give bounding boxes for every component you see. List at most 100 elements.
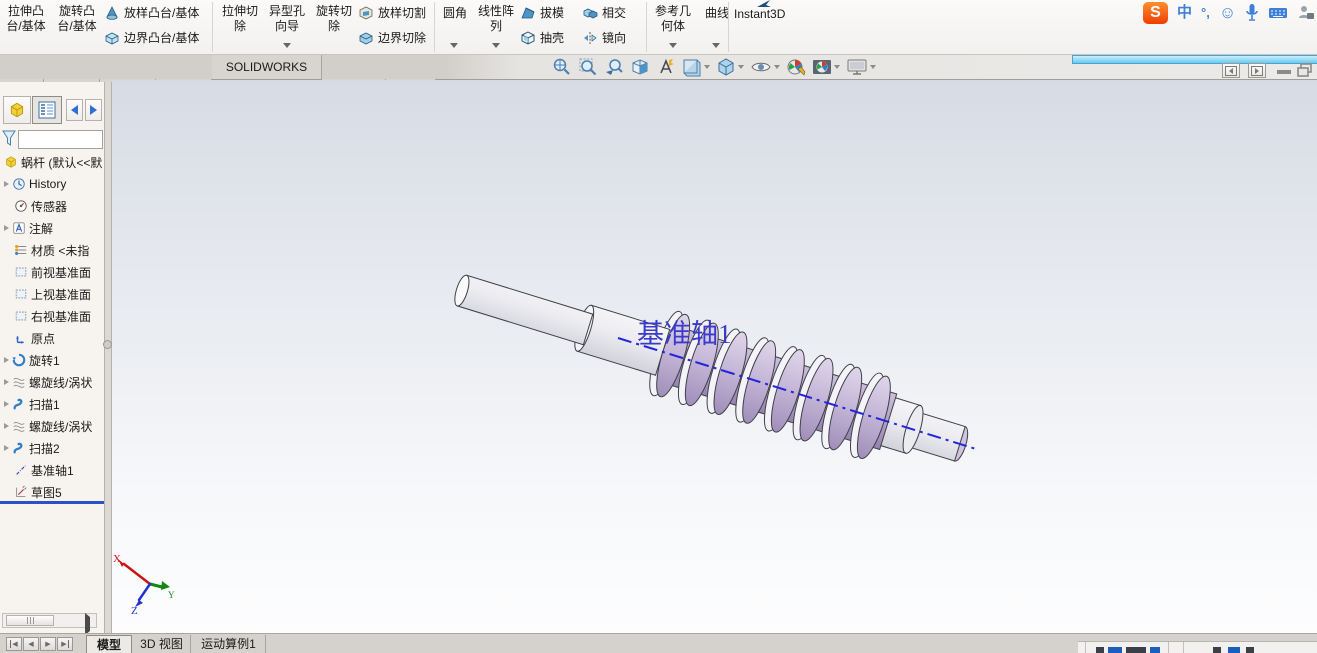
rollback-bar[interactable]	[0, 501, 104, 504]
scrollbar-right-arrow[interactable]	[85, 613, 90, 635]
revolve-boss-button[interactable]: 旋转凸台/基体	[53, 4, 101, 34]
expander-icon[interactable]	[4, 357, 9, 363]
fillet-dropdown-arrow[interactable]	[450, 43, 458, 48]
tree-root-label: 蜗杆 (默认<<默	[21, 155, 103, 170]
solidworks-window: 拉伸凸台/基体 旋转凸台/基体 放样凸台/基体 边界凸台/基体 拉伸切除 异型孔…	[0, 0, 1317, 653]
boundary-boss-button[interactable]: 边界凸台/基体	[104, 29, 199, 46]
intersect-button[interactable]: 相交	[582, 4, 626, 21]
tree-item-sweep2[interactable]: 扫描2	[4, 438, 60, 458]
ime-toolbox-icon[interactable]	[1297, 4, 1315, 22]
expander-icon[interactable]	[4, 423, 9, 429]
dynamic-annotation-views-icon[interactable]	[656, 57, 676, 77]
tab-nav-last-button[interactable]: ▶	[57, 637, 73, 651]
tree-item-right-plane[interactable]: 右视基准面	[14, 306, 91, 326]
panel-scroll-right-button[interactable]	[85, 99, 102, 121]
tree-item-origin[interactable]: 原点	[14, 328, 55, 348]
tree-item-revolve1[interactable]: 旋转1	[4, 350, 60, 370]
boundary-cut-label: 边界切除	[378, 31, 427, 45]
view-orientation-dropdown[interactable]	[682, 57, 710, 77]
panel-splitter[interactable]	[103, 82, 112, 633]
draft-label: 拔模	[540, 6, 565, 20]
tree-item-sweep1[interactable]: 扫描1	[4, 394, 60, 414]
apply-scene-dropdown[interactable]	[812, 57, 840, 77]
loft-boss-button[interactable]: 放样凸台/基体	[104, 4, 199, 21]
fillet-button[interactable]: 圆角	[438, 6, 472, 21]
tree-item-top-plane[interactable]: 上视基准面	[14, 284, 91, 304]
panel-scroll-left-button[interactable]	[66, 99, 83, 121]
sogou-logo[interactable]: S	[1143, 2, 1168, 24]
hole-wizard-dropdown-arrow[interactable]	[283, 43, 291, 48]
tree-item-sketch5[interactable]: 草图5	[14, 482, 62, 502]
restore-button[interactable]	[1297, 63, 1313, 77]
ime-language-toggle[interactable]: 中	[1177, 2, 1192, 24]
tree-filter-input[interactable]	[18, 130, 103, 149]
tree-item-helix2[interactable]: 螺旋线/涡状	[4, 416, 92, 436]
tree-item-sensors[interactable]: 传感器	[14, 196, 67, 216]
reference-geometry-dropdown-arrow[interactable]	[669, 43, 677, 48]
tab-nav-next-button[interactable]: ▶	[40, 637, 56, 651]
tab-solidworks-mbd[interactable]: SOLIDWORKS MBD	[212, 55, 322, 98]
pane-left-button[interactable]	[1222, 63, 1240, 78]
panel-tab-part[interactable]	[3, 96, 31, 124]
shell-button[interactable]: 抽壳	[520, 29, 564, 46]
tree-item-annotations[interactable]: 注解	[4, 218, 53, 238]
collapsed-document-titlebar[interactable]	[1072, 55, 1317, 64]
section-view-icon[interactable]	[630, 57, 650, 77]
tab-model[interactable]: 模型	[86, 635, 132, 653]
extrude-boss-button[interactable]: 拉伸凸台/基体	[2, 4, 50, 34]
tree-item-axis1[interactable]: 基准轴1	[14, 460, 74, 480]
tab-3d-views[interactable]: 3D 视图	[133, 635, 191, 653]
hole-wizard-button[interactable]: 异型孔向导	[264, 4, 310, 34]
expander-icon[interactable]	[4, 379, 9, 385]
panel-tab-feature-manager[interactable]	[32, 96, 62, 124]
tree-item-front-plane[interactable]: 前视基准面	[14, 262, 91, 282]
reference-geometry-button[interactable]: 参考几何体	[650, 4, 696, 34]
sweep-icon	[12, 441, 26, 455]
expander-icon[interactable]	[4, 401, 9, 407]
tree-item-material[interactable]: 材质 <未指	[14, 240, 89, 260]
curves-dropdown-arrow[interactable]	[712, 43, 720, 48]
worm-gear-model[interactable]: X Y Z	[112, 80, 1317, 633]
hide-show-items-dropdown[interactable]	[750, 57, 780, 77]
zoom-to-area-icon[interactable]	[578, 57, 598, 77]
tree-horizontal-scrollbar[interactable]	[2, 613, 97, 635]
tree-item-history[interactable]: History	[4, 174, 66, 194]
mirror-button[interactable]: 镜向	[582, 29, 626, 46]
instant3d-button[interactable]: Instant3D	[734, 7, 785, 21]
graphics-viewport[interactable]: X Y Z	[112, 80, 1317, 633]
ime-punctuation-toggle[interactable]: °,	[1201, 2, 1210, 24]
scrollbar-thumb[interactable]	[6, 615, 54, 626]
zoom-to-fit-icon[interactable]	[552, 57, 572, 77]
tab-nav-first-button[interactable]: ◀	[6, 637, 22, 651]
ime-toolbar: S 中 °, ☺	[1143, 2, 1315, 24]
pane-right-button[interactable]	[1248, 63, 1266, 78]
tab-nav-prev-button[interactable]: ◀	[23, 637, 39, 651]
boundary-boss-icon	[104, 30, 120, 46]
ime-emoji-icon[interactable]: ☺	[1219, 2, 1236, 24]
expander-icon[interactable]	[4, 181, 9, 187]
feature-manager-panel: 蜗杆 (默认<<默 History 传感器 注解 材质 <未指 前视基准面 上视…	[0, 82, 105, 635]
linear-pattern-dropdown-arrow[interactable]	[492, 43, 500, 48]
lofted-cut-label: 放样切割	[378, 6, 427, 20]
lofted-cut-button[interactable]: 放样切割	[358, 4, 426, 21]
edit-appearance-icon[interactable]	[786, 57, 806, 77]
draft-button[interactable]: 拔模	[520, 4, 564, 21]
ime-microphone-icon[interactable]	[1245, 3, 1259, 23]
loft-boss-label: 放样凸台/基体	[124, 6, 200, 20]
axis-annotation-label[interactable]: 基准轴1	[637, 312, 732, 351]
linear-pattern-button[interactable]: 线性阵列	[474, 4, 518, 34]
splitter-handle[interactable]	[103, 340, 112, 349]
minimize-button[interactable]	[1277, 70, 1291, 74]
tree-item-helix1[interactable]: 螺旋线/涡状	[4, 372, 92, 392]
boundary-cut-button[interactable]: 边界切除	[358, 29, 426, 46]
expander-icon[interactable]	[4, 445, 9, 451]
previous-view-icon[interactable]	[604, 57, 624, 77]
tab-motion-study-1[interactable]: 运动算例1	[192, 635, 266, 653]
extruded-cut-button[interactable]: 拉伸切除	[218, 4, 262, 34]
revolved-cut-button[interactable]: 旋转切除	[312, 4, 356, 34]
expander-icon[interactable]	[4, 225, 9, 231]
view-settings-dropdown[interactable]	[846, 57, 876, 77]
display-style-dropdown[interactable]	[716, 57, 744, 77]
tree-root-part[interactable]: 蜗杆 (默认<<默	[4, 152, 102, 172]
ime-keyboard-icon[interactable]	[1268, 6, 1288, 20]
